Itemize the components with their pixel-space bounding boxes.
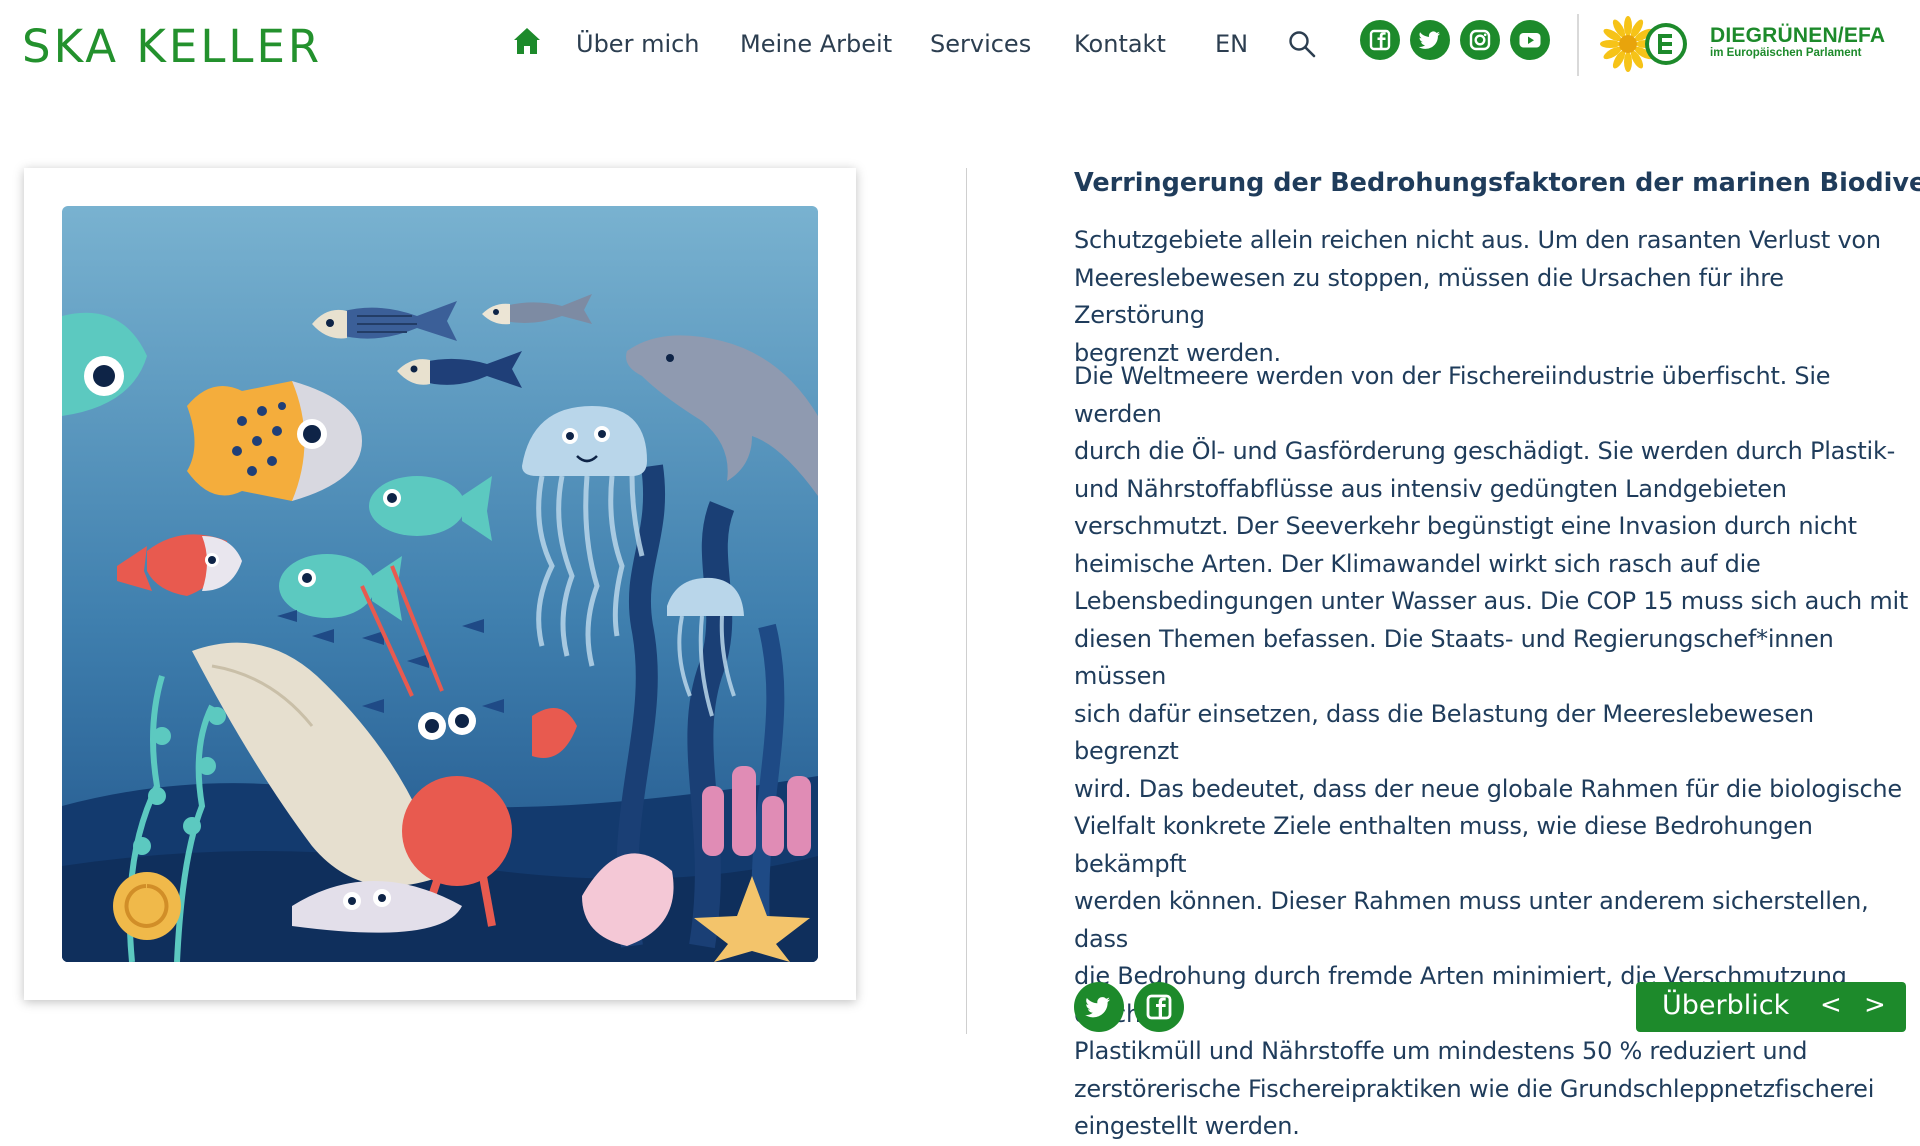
search-icon[interactable] [1287,29,1317,59]
facebook-icon [1146,994,1172,1020]
language-switch[interactable]: EN [1215,30,1248,58]
share-twitter-button[interactable] [1074,982,1124,1032]
facebook-icon[interactable] [1360,20,1400,60]
overview-nav: Überblick < > [1636,982,1906,1032]
greens-efa-subtitle: im Europäischen Parlament [1710,47,1862,59]
content-divider [966,168,967,1034]
site-header: SKA KELLER Über mich Meine Arbeit Servic… [0,0,1920,100]
youtube-icon[interactable] [1510,20,1550,60]
twitter-icon [1085,997,1110,1018]
nav-item-meine-arbeit[interactable]: Meine Arbeit [740,30,892,58]
header-divider [1577,14,1579,76]
next-button[interactable]: > [1864,990,1886,1020]
nav-item-kontakt[interactable]: Kontakt [1074,30,1166,58]
instagram-icon[interactable] [1460,20,1500,60]
article-heading: Verringerung der Bedrohungsfaktoren der … [1074,168,1920,198]
previous-button[interactable]: < [1820,990,1842,1020]
overview-button[interactable]: Überblick [1662,990,1789,1021]
home-icon[interactable] [512,26,542,56]
article: Verringerung der Bedrohungsfaktoren der … [1074,166,1920,1140]
nav-item-services[interactable]: Services [930,30,1031,58]
site-logo[interactable]: SKA KELLER [22,20,322,73]
ocean-illustration [62,206,818,962]
article-paragraph-1: Schutzgebiete allein reichen nicht aus. … [1074,226,1881,367]
share-facebook-button[interactable] [1134,982,1184,1032]
nav-item-ueber-mich[interactable]: Über mich [576,30,700,58]
twitter-icon[interactable] [1410,20,1450,60]
greens-efa-title: DIEGRÜNEN/EFA [1710,24,1886,47]
